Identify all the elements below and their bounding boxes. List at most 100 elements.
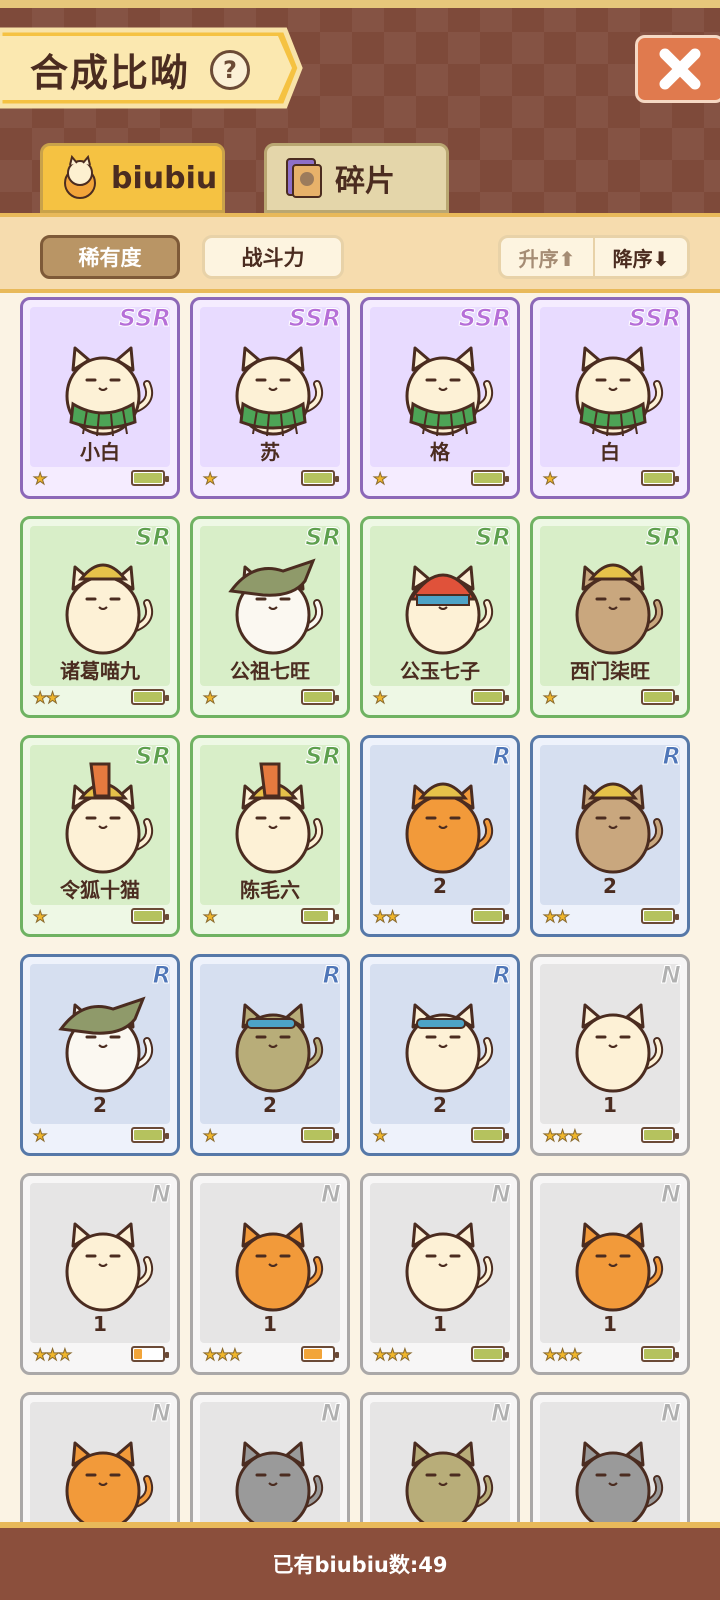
biubiu-card[interactable]: SR 陈毛六 ★ (190, 735, 350, 937)
star-rating: ★ (542, 469, 557, 489)
biubiu-card[interactable]: SSR 白 ★ (530, 297, 690, 499)
star-rating: ★ (202, 907, 217, 927)
star-rating: ★ (372, 688, 387, 708)
energy-battery-icon (131, 1127, 169, 1143)
energy-battery-icon (641, 1346, 679, 1362)
filter-rarity-button[interactable]: 稀有度 (40, 235, 180, 279)
biubiu-card[interactable]: N (360, 1392, 520, 1527)
biubiu-card[interactable]: R 2 ★ (190, 954, 350, 1156)
rarity-badge: SR (305, 523, 342, 552)
tab-biubiu-label: biubiu (111, 160, 218, 196)
cat-character-icon (405, 346, 494, 437)
cat-character-icon (65, 1441, 154, 1527)
star-rating: ★ (542, 688, 557, 708)
cat-character-icon (575, 1003, 664, 1093)
biubiu-card[interactable]: N 1 ★★★ (360, 1173, 520, 1375)
sort-descending-button[interactable]: 降序⬇ (595, 238, 687, 276)
energy-battery-icon (301, 908, 339, 924)
biubiu-card[interactable]: SSR 苏 ★ (190, 297, 350, 499)
biubiu-card[interactable]: R 2 ★★ (360, 735, 520, 937)
star-rating: ★★★ (32, 1345, 72, 1365)
cat-character-icon (575, 1441, 664, 1527)
biubiu-card[interactable]: SR 公祖七旺 ★ (190, 516, 350, 718)
card-name: 2 (93, 1093, 107, 1117)
energy-battery-fill (304, 473, 332, 483)
rarity-badge: R (492, 961, 512, 990)
biubiu-card[interactable]: R 2 ★ (360, 954, 520, 1156)
cat-character-icon (58, 996, 154, 1093)
biubiu-card[interactable]: SR 公玉七子 ★ (360, 516, 520, 718)
rarity-badge: N (320, 1180, 341, 1209)
cat-character-icon (235, 1222, 324, 1312)
star-rating: ★★★ (542, 1126, 582, 1146)
card-name: 1 (603, 1312, 617, 1336)
card-name: 格 (430, 440, 450, 464)
rarity-badge: N (150, 1180, 171, 1209)
star-rating: ★ (32, 1126, 47, 1146)
biubiu-card[interactable]: N 1 ★★★ (20, 1173, 180, 1375)
energy-battery-icon (471, 689, 509, 705)
star-rating: ★★ (543, 907, 571, 927)
card-name: 2 (433, 874, 447, 898)
sort-order-group: 升序⬆ 降序⬇ (498, 235, 690, 279)
tab-biubiu[interactable]: biubiu (40, 143, 225, 213)
cat-character-icon (405, 1222, 494, 1312)
header-top-trim (0, 0, 720, 8)
tab-fragments[interactable]: 碎片 (264, 143, 449, 213)
cat-character-icon (405, 1441, 494, 1527)
cat-character-icon (228, 558, 324, 655)
biubiu-card[interactable]: SR 令狐十猫 ★ (20, 735, 180, 937)
rarity-badge: SSR (118, 304, 171, 333)
star-rating: ★★ (373, 907, 401, 927)
star-rating: ★ (32, 469, 47, 489)
cat-character-icon (575, 1222, 664, 1312)
card-name: 1 (433, 1312, 447, 1336)
card-name: 苏 (260, 440, 280, 464)
rarity-badge: N (660, 1180, 681, 1209)
rarity-badge: SSR (628, 304, 681, 333)
cat-character-icon (65, 1222, 154, 1312)
close-button[interactable] (635, 35, 720, 103)
biubiu-card[interactable]: R 2 ★ (20, 954, 180, 1156)
help-icon[interactable]: ? (210, 50, 250, 90)
energy-battery-fill (304, 1130, 332, 1140)
energy-battery-fill (134, 1130, 162, 1140)
energy-battery-icon (301, 1346, 339, 1362)
energy-battery-icon (641, 470, 679, 486)
energy-battery-icon (471, 470, 509, 486)
energy-battery-icon (471, 1346, 509, 1362)
biubiu-card[interactable]: N (530, 1392, 690, 1527)
energy-battery-icon (131, 1346, 169, 1362)
biubiu-card[interactable]: SR 诸葛喵九 ★★ (20, 516, 180, 718)
filter-power-button[interactable]: 战斗力 (202, 235, 344, 279)
rarity-badge: N (490, 1399, 511, 1428)
biubiu-card[interactable]: N 1 ★★★ (190, 1173, 350, 1375)
card-name: 2 (433, 1093, 447, 1117)
energy-battery-icon (131, 908, 169, 924)
footer-bar: 已有biubiu数:49 (0, 1522, 720, 1600)
biubiu-card-grid: SSR 小白 ★ SSR 苏 ★ SSR 格 ★ SSR 白 ★ SR 诸葛喵九 ★★ SR 公祖七旺 ★ SR 公玉… (0, 297, 720, 1527)
star-rating: ★ (372, 469, 387, 489)
biubiu-card[interactable]: N 1 ★★★ (530, 954, 690, 1156)
rarity-badge: SR (135, 523, 172, 552)
star-rating: ★ (372, 1126, 387, 1146)
biubiu-card[interactable]: N (190, 1392, 350, 1527)
biubiu-card[interactable]: SSR 小白 ★ (20, 297, 180, 499)
biubiu-card[interactable]: SSR 格 ★ (360, 297, 520, 499)
biubiu-card[interactable]: SR 西门柒旺 ★ (530, 516, 690, 718)
rarity-badge: SSR (288, 304, 341, 333)
energy-battery-fill (134, 473, 162, 483)
biubiu-card[interactable]: N 1 ★★★ (530, 1173, 690, 1375)
energy-battery-fill (304, 1349, 322, 1359)
energy-battery-icon (471, 908, 509, 924)
card-name: 2 (263, 1093, 277, 1117)
cat-character-icon (235, 1441, 324, 1527)
sort-ascending-button[interactable]: 升序⬆ (501, 238, 595, 276)
card-name: 1 (93, 1312, 107, 1336)
rarity-badge: SR (305, 742, 342, 771)
card-name: 1 (263, 1312, 277, 1336)
energy-battery-fill (644, 911, 672, 921)
biubiu-card[interactable]: N (20, 1392, 180, 1527)
card-name: 白 (600, 440, 620, 464)
biubiu-card[interactable]: R 2 ★★ (530, 735, 690, 937)
